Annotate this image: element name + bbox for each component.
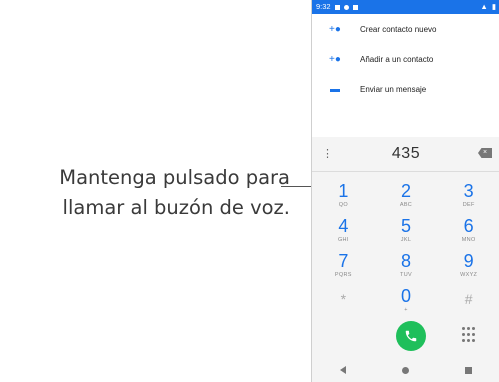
signal-icon: ▲ — [480, 2, 488, 11]
menu-item-label: Enviar un mensaje — [360, 84, 427, 94]
key-4[interactable]: 4 GHI — [312, 216, 375, 248]
navigation-bar — [312, 358, 499, 382]
menu-item-add-to-contact[interactable]: +● Añadir a un contacto — [312, 44, 499, 74]
menu-item-create-contact[interactable]: +● Crear contacto nuevo — [312, 14, 499, 44]
key-9[interactable]: 9 WXYZ — [437, 251, 499, 283]
status-time: 9:32 — [316, 2, 331, 11]
key-3[interactable]: 3 DEF — [437, 181, 499, 213]
menu-item-send-message[interactable]: ▬ Enviar un mensaje — [312, 74, 499, 104]
key-2[interactable]: 2 ABC — [375, 181, 438, 213]
number-display: ⋮ 435 × — [312, 137, 499, 172]
notification-icon-2 — [352, 4, 358, 10]
recents-icon[interactable] — [465, 366, 472, 374]
add-to-contact-icon: +● — [329, 53, 341, 65]
key-7[interactable]: 7 PQRS — [312, 251, 375, 283]
menu-item-label: Crear contacto nuevo — [360, 24, 437, 34]
callout-line-2: llamar al buzón de voz. — [62, 196, 290, 219]
battery-icon: ▮ — [491, 2, 496, 11]
phone-screen: 9:32 ▲ ▮ +● Crear contacto nuevo +● Añad… — [311, 0, 499, 382]
add-contact-icon: +● — [329, 23, 341, 35]
menu-item-label: Añadir a un contacto — [360, 54, 434, 64]
dialpad: ⋮ 435 × 1 QO 2 ABC 3 DEF 4 GHI 5 JKL 6 MNO 7 PQ… — [312, 137, 499, 382]
notification-icon — [334, 4, 340, 10]
key-hash[interactable]: # — [437, 286, 499, 318]
message-icon: ▬ — [330, 83, 340, 95]
home-icon[interactable] — [402, 366, 409, 374]
dialpad-toggle-icon[interactable] — [462, 327, 476, 343]
status-bar: 9:32 ▲ ▮ — [312, 0, 499, 14]
keypad: 1 QO 2 ABC 3 DEF 4 GHI 5 JKL 6 MNO 7 PQRS 8 TUV … — [312, 181, 499, 318]
key-5[interactable]: 5 JKL — [375, 216, 438, 248]
key-1[interactable]: 1 QO — [312, 181, 375, 213]
key-0[interactable]: 0 + — [375, 286, 438, 318]
key-8[interactable]: 8 TUV — [375, 251, 438, 283]
notification-dot-icon — [343, 4, 349, 10]
key-6[interactable]: 6 MNO — [437, 216, 499, 248]
backspace-icon[interactable]: × — [478, 148, 492, 158]
callout-line-1: Mantenga pulsado para — [59, 166, 290, 189]
call-button[interactable] — [396, 321, 426, 351]
back-icon[interactable] — [340, 366, 346, 374]
key-star[interactable]: * — [312, 286, 375, 318]
phone-icon — [405, 330, 417, 342]
more-options-icon[interactable]: ⋮ — [322, 147, 333, 160]
voicemail-callout: Mantenga pulsado para llamar al buzón de… — [0, 163, 290, 223]
dialed-number[interactable]: 435 — [392, 145, 420, 163]
